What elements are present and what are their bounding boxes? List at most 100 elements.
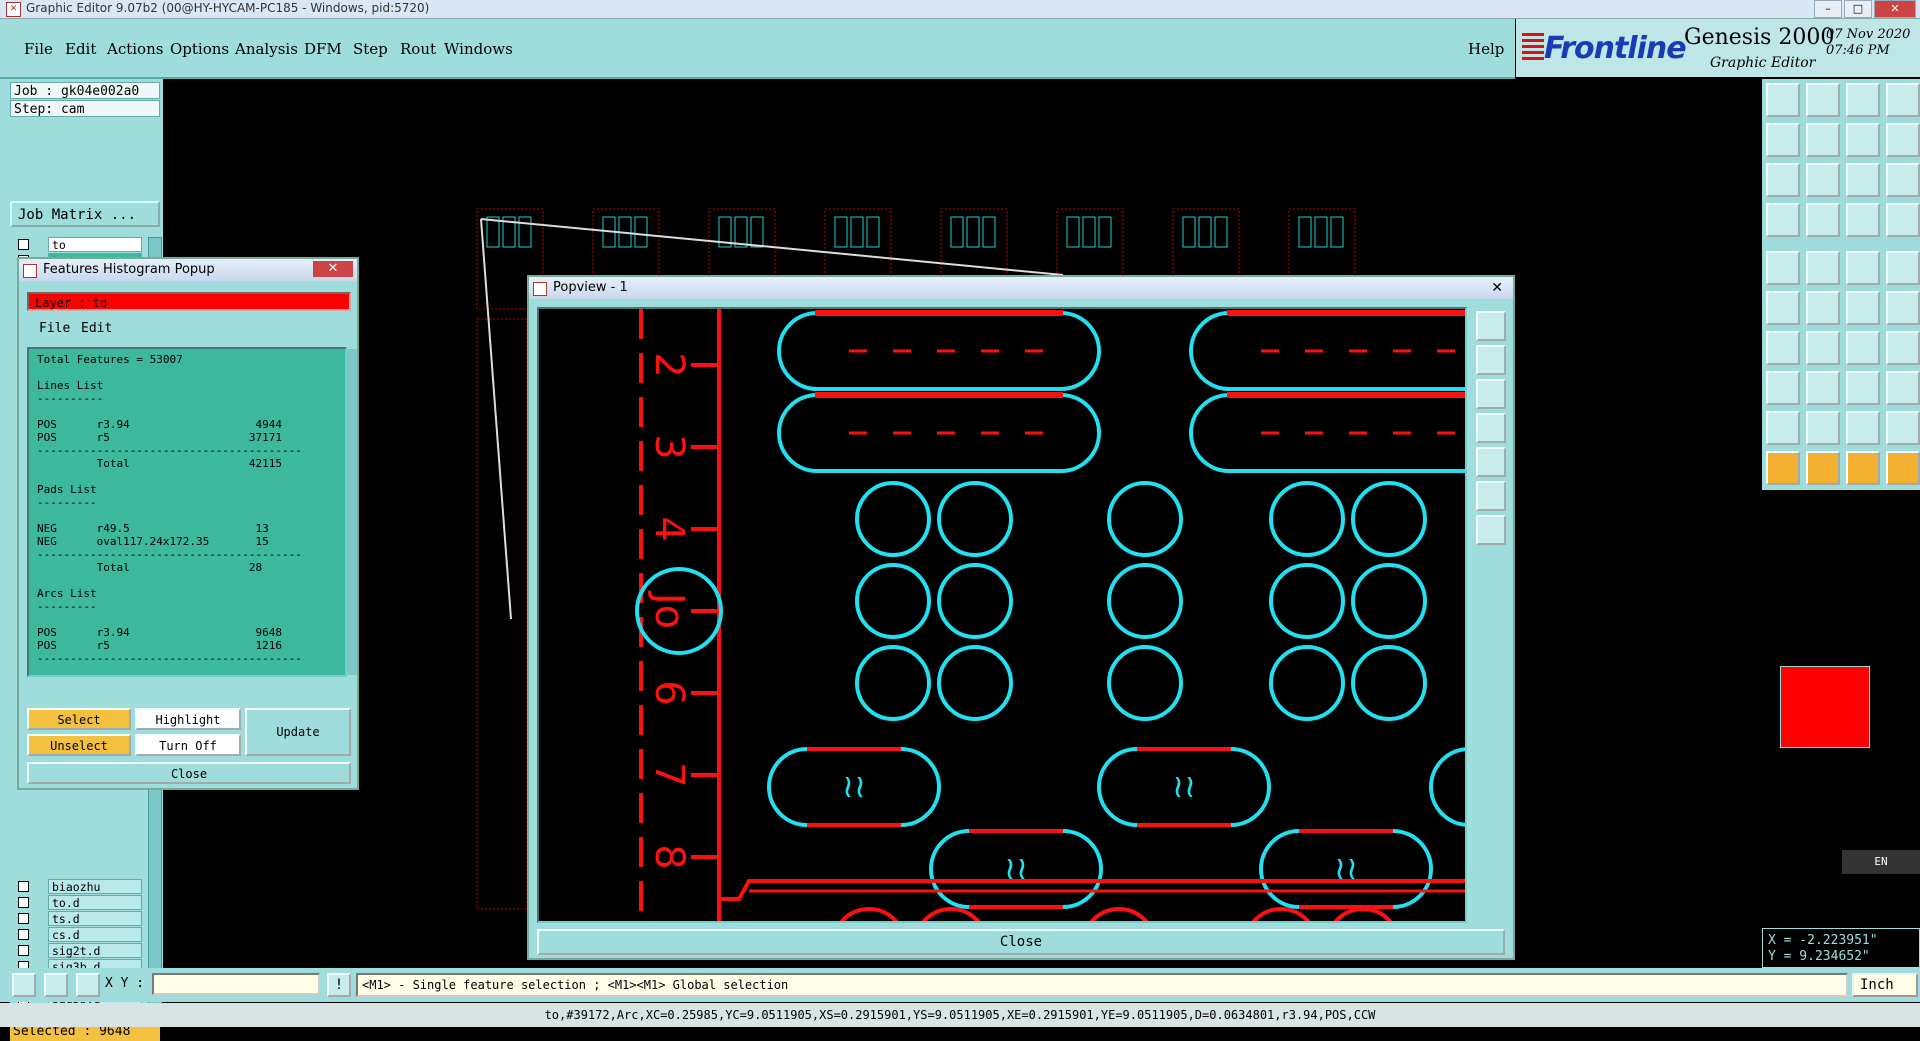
node-icon[interactable] — [1846, 291, 1880, 325]
pad-icon[interactable] — [1766, 251, 1800, 285]
fit-icon[interactable] — [1476, 413, 1506, 443]
pan-icon[interactable] — [1476, 379, 1506, 409]
grid-icon[interactable] — [76, 973, 100, 997]
popview-close-button[interactable]: Close — [537, 929, 1505, 955]
menu-actions[interactable]: Actions — [107, 40, 163, 58]
slash-icon[interactable] — [1806, 331, 1840, 365]
menu-analysis[interactable]: Analysis — [235, 40, 298, 58]
alert-icon[interactable]: ! — [327, 973, 351, 997]
open-job-icon[interactable] — [1766, 83, 1800, 117]
text-icon[interactable] — [1886, 331, 1920, 365]
minimap[interactable]: EN — [1762, 488, 1920, 930]
menu-step[interactable]: Step — [353, 40, 388, 58]
menu-dfm[interactable]: DFM — [304, 40, 342, 58]
line-icon[interactable] — [1766, 331, 1800, 365]
ruler-icon[interactable] — [1846, 251, 1880, 285]
select-icon[interactable] — [1806, 451, 1840, 485]
pan-icon[interactable] — [1806, 163, 1840, 197]
update-button[interactable]: Update — [245, 708, 351, 756]
snap-icon[interactable] — [12, 973, 36, 997]
redo-icon[interactable] — [1846, 123, 1880, 157]
net-icon[interactable] — [1846, 203, 1880, 237]
menu-rout[interactable]: Rout — [400, 40, 436, 58]
layer-row[interactable]: ts.d — [10, 911, 145, 926]
dash-icon[interactable] — [1806, 371, 1840, 405]
fit-icon[interactable] — [1766, 163, 1800, 197]
drill-icon[interactable] — [1766, 371, 1800, 405]
move-icon[interactable] — [1886, 451, 1920, 485]
histogram-close-button[interactable]: Close — [27, 762, 351, 784]
layout-icon[interactable] — [1886, 83, 1920, 117]
unselect-button[interactable]: Unselect — [27, 734, 131, 756]
edit-icon[interactable] — [1846, 451, 1880, 485]
xy-input[interactable] — [152, 973, 320, 995]
compare-icon[interactable] — [1886, 203, 1920, 237]
cross-icon[interactable] — [1806, 291, 1840, 325]
popview-drawing[interactable]: 234Jo678≀≀ ≀≀≀≀ ≀≀ — [539, 309, 1465, 921]
layer-checkbox[interactable] — [18, 239, 29, 250]
home-view-icon[interactable] — [1476, 515, 1506, 545]
layer-row[interactable]: to — [10, 237, 145, 252]
units-select[interactable]: Inch — [1852, 973, 1918, 997]
layer-checkbox[interactable] — [18, 929, 29, 940]
close-window-button[interactable]: ✕ — [1874, 0, 1916, 18]
job-matrix-button[interactable]: Job Matrix ... — [10, 201, 160, 227]
minimize-button[interactable]: – — [1814, 0, 1842, 18]
center-icon[interactable] — [1476, 447, 1506, 477]
menu-windows[interactable]: Windows — [444, 40, 513, 58]
zoom-out-icon[interactable] — [1476, 345, 1506, 375]
histogram-menu-file[interactable]: File — [39, 321, 70, 336]
chev-icon[interactable] — [1886, 411, 1920, 445]
triangle-icon[interactable] — [1766, 411, 1800, 445]
menu-edit[interactable]: Edit — [65, 40, 96, 58]
layer-row[interactable]: cs.d — [10, 927, 145, 942]
peak-icon[interactable] — [1806, 411, 1840, 445]
menu-help[interactable]: Help — [1468, 40, 1504, 58]
layer-name[interactable]: biaozhu — [48, 879, 142, 894]
ratio-icon[interactable] — [1886, 123, 1920, 157]
turn-off-button[interactable]: Turn Off — [135, 734, 241, 756]
layer-checkbox[interactable] — [18, 945, 29, 956]
import-icon[interactable] — [1766, 123, 1800, 157]
measure-icon[interactable] — [44, 973, 68, 997]
language-indicator[interactable]: EN — [1842, 850, 1920, 874]
grid-icon[interactable] — [1806, 203, 1840, 237]
maximize-button[interactable]: □ — [1844, 0, 1872, 18]
layer-row[interactable]: sig2t.d — [10, 943, 145, 958]
highlight-button[interactable]: Highlight — [135, 708, 241, 730]
popview-titlebar[interactable]: Popview - 1 ✕ — [529, 277, 1513, 299]
layer-row[interactable]: to.d — [10, 895, 145, 910]
layer-name[interactable]: cs.d — [48, 927, 142, 942]
menu-file[interactable]: File — [24, 40, 53, 58]
tree-icon[interactable] — [1886, 291, 1920, 325]
home-icon[interactable] — [1846, 83, 1880, 117]
fit-profile-icon[interactable] — [1476, 481, 1506, 511]
histogram-menu-edit[interactable]: Edit — [81, 321, 112, 336]
select-button[interactable]: Select — [27, 708, 131, 730]
layer-name[interactable]: to — [48, 237, 142, 252]
save-icon[interactable] — [1806, 83, 1840, 117]
scale-icon[interactable] — [1846, 163, 1880, 197]
help-icon[interactable] — [1886, 163, 1920, 197]
layer-name[interactable]: ts.d — [48, 911, 142, 926]
histogram-scrollbar[interactable] — [347, 349, 357, 675]
layer-checkbox[interactable] — [18, 881, 29, 892]
bracket-icon[interactable] — [1846, 371, 1880, 405]
histogram-close-icon[interactable]: ✕ — [313, 261, 353, 277]
shape-icon[interactable] — [1806, 251, 1840, 285]
layer-checkbox[interactable] — [18, 913, 29, 924]
layer-checkbox[interactable] — [18, 897, 29, 908]
zoom-in-icon[interactable] — [1476, 311, 1506, 341]
flat-icon[interactable] — [1846, 411, 1880, 445]
cell-icon[interactable] — [1886, 371, 1920, 405]
histogram-titlebar[interactable]: Features Histogram Popup ✕ — [19, 259, 357, 281]
round-icon[interactable] — [1886, 251, 1920, 285]
connect-icon[interactable] — [1766, 291, 1800, 325]
layer-name[interactable]: sig2t.d — [48, 943, 142, 958]
minimap-viewport[interactable] — [1780, 666, 1870, 748]
popview-close-icon[interactable]: ✕ — [1491, 277, 1503, 299]
popview-canvas[interactable]: 2 3 4 Jo 6 7 8 ≀≀ ≀≀ ≀≀ ≀≀ — [537, 307, 1467, 923]
pointer-icon[interactable] — [1766, 451, 1800, 485]
snapshot-icon[interactable] — [1766, 203, 1800, 237]
arc-icon[interactable] — [1846, 331, 1880, 365]
